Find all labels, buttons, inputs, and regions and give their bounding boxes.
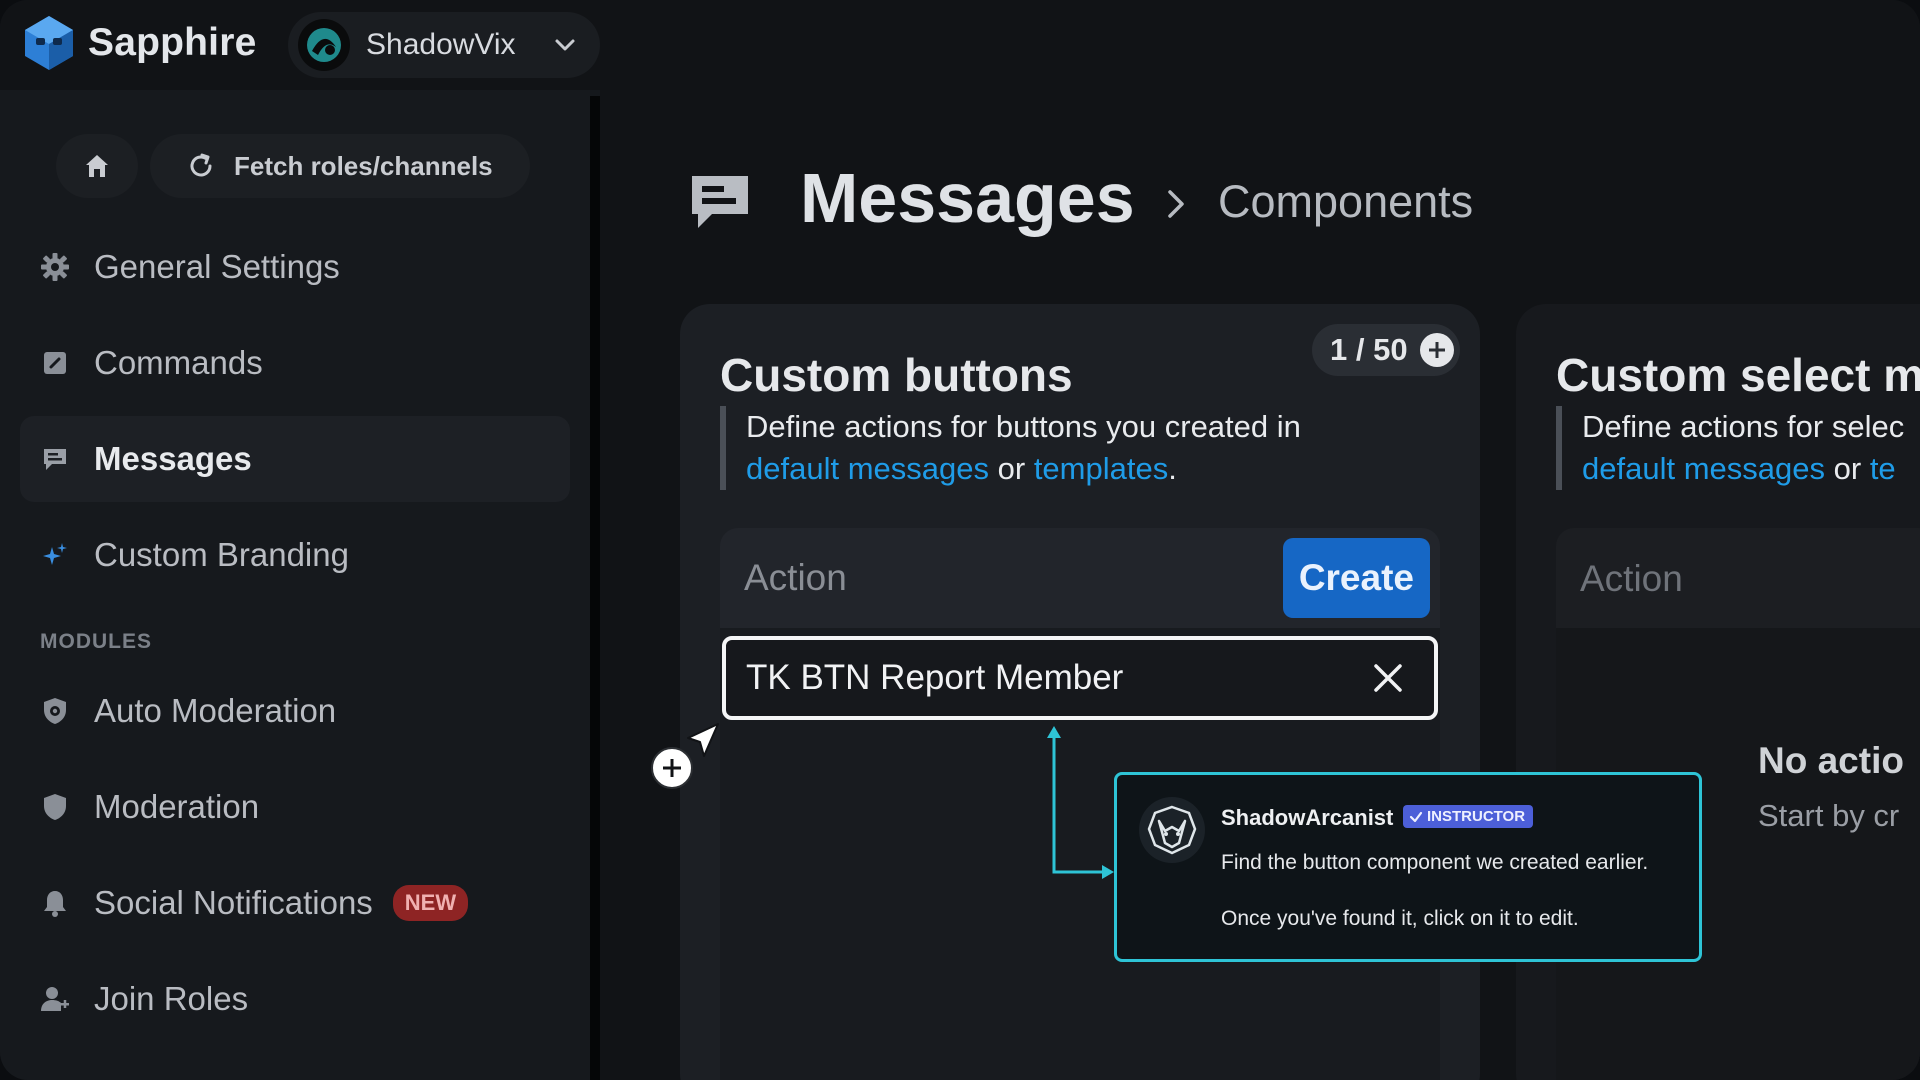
custom-buttons-description: Define actions for buttons you created i…: [720, 406, 1420, 490]
sidebar-item-label: Messages: [94, 440, 252, 477]
custom-buttons-title: Custom buttons: [720, 349, 1073, 401]
sidebar-item-custom-branding[interactable]: Custom Branding: [20, 512, 570, 598]
templates-link[interactable]: templates: [1034, 451, 1168, 486]
instructor-badge: INSTRUCTOR: [1403, 805, 1534, 828]
server-logo-icon: [307, 28, 341, 62]
custom-select-description: Define actions for selec default message…: [1556, 406, 1920, 490]
check-icon: [1409, 811, 1423, 822]
default-messages-link[interactable]: default messages: [746, 451, 989, 486]
badge-label: INSTRUCTOR: [1427, 808, 1526, 825]
sidebar-item-social-notifications[interactable]: Social Notifications NEW: [20, 860, 570, 946]
shield-gear-icon: [40, 696, 70, 726]
buttons-counter: 1 / 50: [1312, 324, 1460, 376]
list-item[interactable]: TK BTN Report Member: [722, 636, 1438, 720]
home-icon: [86, 155, 108, 177]
action-row: Create: [720, 528, 1440, 628]
server-switcher[interactable]: ShadowVix: [288, 12, 600, 78]
wolf-logo-icon: [1147, 805, 1197, 855]
breadcrumb-current[interactable]: Components: [1218, 176, 1473, 228]
desc-or: or: [997, 451, 1026, 486]
plus-icon: [1428, 342, 1445, 358]
instructor-tooltip: ShadowArcanist INSTRUCTOR Find the butto…: [1114, 772, 1702, 962]
page-title: Messages: [800, 159, 1135, 237]
sidebar-item-label: Social Notifications: [94, 884, 373, 921]
counter-text: 1 / 50: [1330, 332, 1408, 367]
empty-state-subtitle: Start by cr: [1758, 798, 1900, 833]
app-name: Sapphire: [88, 21, 257, 64]
list-item-label: TK BTN Report Member: [746, 658, 1124, 697]
desc-text: Define actions for selec: [1582, 409, 1905, 444]
sidebar-item-join-roles[interactable]: Join Roles: [20, 956, 570, 1042]
tooltip-text-line-2: Once you've found it, click on it to edi…: [1221, 907, 1579, 930]
sidebar-item-label: General Settings: [94, 248, 340, 285]
sidebar-item-auto-moderation[interactable]: Auto Moderation: [20, 668, 570, 754]
brand[interactable]: Sapphire: [22, 14, 256, 72]
sidebar-item-label: Commands: [94, 344, 263, 381]
sidebar-item-general-settings[interactable]: General Settings: [20, 224, 570, 310]
custom-select-title: Custom select m: [1556, 349, 1920, 401]
top-bar: Sapphire ShadowVix: [0, 0, 1920, 90]
close-icon[interactable]: [1370, 660, 1406, 696]
tooltip-pointer-arrow: [1047, 726, 1114, 879]
modules-section-label: MODULES: [40, 630, 152, 653]
tooltip-author: ShadowArcanist: [1221, 805, 1394, 830]
avatar: [1139, 797, 1205, 863]
sapphire-logo-icon: [25, 16, 73, 70]
desc-text: Define actions for buttons you created i…: [746, 409, 1301, 444]
select-action-input[interactable]: Action: [1580, 558, 1683, 600]
app-window: Sapphire ShadowVix Fetch roles/channels …: [0, 0, 1920, 1080]
create-button[interactable]: Create: [1282, 538, 1430, 618]
fetch-label: Fetch roles/channels: [234, 150, 493, 181]
sidebar-item-label: Auto Moderation: [94, 692, 337, 729]
chevron-right-icon: [1168, 190, 1184, 218]
message-icon: [692, 176, 748, 228]
shield-icon: [40, 792, 70, 822]
message-icon: [40, 444, 70, 474]
empty-state-title: No actio: [1758, 740, 1904, 781]
server-name: ShadowVix: [366, 28, 516, 61]
home-button[interactable]: [56, 134, 138, 198]
cursor-icon: [651, 723, 719, 789]
templates-link[interactable]: te: [1870, 451, 1896, 486]
sidebar-divider: [590, 96, 600, 1080]
desc-end: .: [1168, 451, 1177, 486]
bell-icon: [40, 888, 70, 918]
sidebar-item-moderation[interactable]: Moderation: [20, 764, 570, 850]
sidebar-item-label: Join Roles: [94, 980, 249, 1017]
desc-or: or: [1833, 451, 1862, 486]
server-avatar: [298, 19, 350, 71]
chevron-down-icon: [555, 39, 575, 51]
select-action-row: Action: [1556, 528, 1920, 628]
sidebar-item-commands[interactable]: Commands: [20, 320, 570, 406]
refresh-icon: [190, 153, 212, 177]
new-badge: NEW: [392, 885, 469, 921]
gear-icon: [40, 252, 70, 282]
commands-icon: [40, 348, 70, 378]
sparkle-icon: [40, 540, 70, 570]
add-button[interactable]: [1419, 333, 1454, 367]
tooltip-text-line-1: Find the button component we created ear…: [1221, 851, 1649, 874]
action-input[interactable]: [744, 552, 1244, 604]
sidebar-item-label: Custom Branding: [94, 536, 349, 573]
user-add-icon: [40, 984, 70, 1014]
sidebar-item-label: Moderation: [94, 788, 260, 825]
default-messages-link[interactable]: default messages: [1582, 451, 1825, 486]
sidebar-item-messages[interactable]: Messages: [20, 416, 570, 502]
fetch-roles-channels-button[interactable]: Fetch roles/channels: [150, 134, 530, 198]
